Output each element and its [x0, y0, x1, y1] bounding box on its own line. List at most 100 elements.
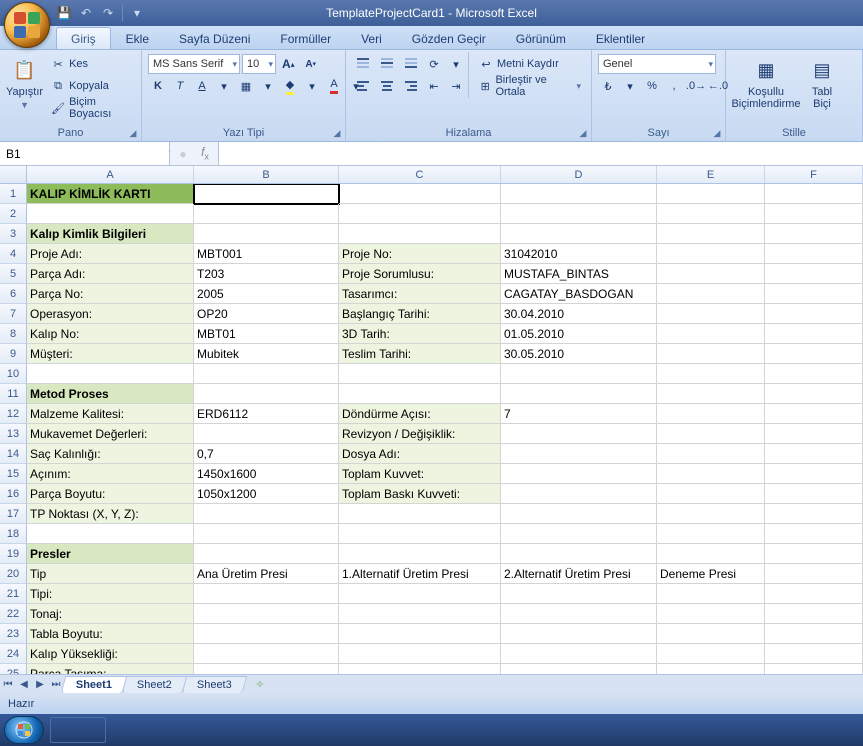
row-header[interactable]: 24	[0, 644, 27, 664]
cell-D23[interactable]	[501, 624, 657, 644]
cell-D12[interactable]: 7	[501, 404, 657, 424]
accounting-dropdown[interactable]: ▾	[620, 76, 640, 96]
merge-center-button[interactable]: ⊞Birleştir ve Ortala▾	[475, 76, 585, 96]
row-header[interactable]: 16	[0, 484, 27, 504]
cell-E15[interactable]	[657, 464, 765, 484]
cell-A13[interactable]: Mukavemet Değerleri:	[27, 424, 194, 444]
cell-D25[interactable]	[501, 664, 657, 674]
cell-E6[interactable]	[657, 284, 765, 304]
cell-C10[interactable]	[339, 364, 501, 384]
border-dropdown[interactable]: ▾	[258, 76, 278, 96]
paste-button[interactable]: 📋 Yapıştır ▼	[4, 52, 45, 114]
row-header[interactable]: 7	[0, 304, 27, 324]
cell-A4[interactable]: Proje Adı:	[27, 244, 194, 264]
cell-B12[interactable]: ERD6112	[194, 404, 339, 424]
row-header[interactable]: 12	[0, 404, 27, 424]
cell-D18[interactable]	[501, 524, 657, 544]
cell-F15[interactable]	[765, 464, 863, 484]
formula-input[interactable]	[219, 142, 863, 165]
tab-home[interactable]: Giriş	[56, 27, 111, 49]
cell-F11[interactable]	[765, 384, 863, 404]
row-header[interactable]: 19	[0, 544, 27, 564]
cell-A7[interactable]: Operasyon:	[27, 304, 194, 324]
row-header[interactable]: 13	[0, 424, 27, 444]
cell-A9[interactable]: Müşteri:	[27, 344, 194, 364]
cell-F6[interactable]	[765, 284, 863, 304]
grid-rows[interactable]: 1KALIP KİMLİK KARTI23Kalıp Kimlik Bilgil…	[0, 184, 863, 674]
cell-F13[interactable]	[765, 424, 863, 444]
cell-C16[interactable]: Toplam Baskı Kuvveti:	[339, 484, 501, 504]
cell-D10[interactable]	[501, 364, 657, 384]
tab-addins[interactable]: Eklentiler	[581, 27, 660, 49]
align-top-button[interactable]	[352, 54, 374, 74]
cell-F9[interactable]	[765, 344, 863, 364]
row-header[interactable]: 15	[0, 464, 27, 484]
cell-B2[interactable]	[194, 204, 339, 224]
cell-E4[interactable]	[657, 244, 765, 264]
cut-button[interactable]: ✂Kes	[47, 54, 135, 74]
cell-A2[interactable]	[27, 204, 194, 224]
cell-B13[interactable]	[194, 424, 339, 444]
start-button[interactable]	[4, 716, 44, 744]
row-header[interactable]: 25	[0, 664, 27, 674]
row-header[interactable]: 14	[0, 444, 27, 464]
cell-F5[interactable]	[765, 264, 863, 284]
cell-C8[interactable]: 3D Tarih:	[339, 324, 501, 344]
cell-F20[interactable]	[765, 564, 863, 584]
font-name-select[interactable]: MS Sans Serif	[148, 54, 240, 74]
row-header[interactable]: 1	[0, 184, 27, 204]
cell-D14[interactable]	[501, 444, 657, 464]
sheet-tab-1[interactable]: Sheet1	[61, 676, 128, 693]
cell-E24[interactable]	[657, 644, 765, 664]
select-all-corner[interactable]	[0, 166, 27, 183]
cell-D17[interactable]	[501, 504, 657, 524]
shrink-font-button[interactable]: A▾	[301, 54, 321, 74]
number-format-select[interactable]: Genel	[598, 54, 716, 74]
cell-C12[interactable]: Döndürme Açısı:	[339, 404, 501, 424]
cell-C20[interactable]: 1.Alternatif Üretim Presi	[339, 564, 501, 584]
cell-D4[interactable]: 31042010	[501, 244, 657, 264]
number-dialog-launcher[interactable]: ◢	[711, 127, 723, 139]
cell-A11[interactable]: Metod Proses	[27, 384, 194, 404]
format-painter-button[interactable]: 🖌Biçim Boyacısı	[47, 98, 135, 118]
cell-C21[interactable]	[339, 584, 501, 604]
row-header[interactable]: 4	[0, 244, 27, 264]
cell-D24[interactable]	[501, 644, 657, 664]
cell-E23[interactable]	[657, 624, 765, 644]
cell-B15[interactable]: 1450x1600	[194, 464, 339, 484]
qat-customize-icon[interactable]: ▾	[129, 5, 145, 21]
sheet-nav-next[interactable]: ▶	[32, 679, 48, 690]
conditional-formatting-button[interactable]: ▦ Koşullu Biçimlendirme	[730, 52, 802, 114]
fill-color-dropdown[interactable]: ▾	[302, 76, 322, 96]
copy-button[interactable]: ⧉Kopyala	[47, 76, 135, 96]
cell-A16[interactable]: Parça Boyutu:	[27, 484, 194, 504]
cell-D2[interactable]	[501, 204, 657, 224]
row-header[interactable]: 2	[0, 204, 27, 224]
cell-E1[interactable]	[657, 184, 765, 204]
cell-F18[interactable]	[765, 524, 863, 544]
undo-icon[interactable]: ↶	[78, 5, 94, 21]
cell-B6[interactable]: 2005	[194, 284, 339, 304]
cell-C22[interactable]	[339, 604, 501, 624]
cell-F22[interactable]	[765, 604, 863, 624]
cell-B18[interactable]	[194, 524, 339, 544]
cell-E2[interactable]	[657, 204, 765, 224]
font-color-button[interactable]: A	[324, 76, 344, 96]
decrease-indent-button[interactable]: ⇤	[424, 76, 444, 96]
cell-B5[interactable]: T203	[194, 264, 339, 284]
percent-button[interactable]: %	[642, 76, 662, 96]
cell-C18[interactable]	[339, 524, 501, 544]
cell-B20[interactable]: Ana Üretim Presi	[194, 564, 339, 584]
cell-F16[interactable]	[765, 484, 863, 504]
row-header[interactable]: 17	[0, 504, 27, 524]
cell-F19[interactable]	[765, 544, 863, 564]
alignment-dialog-launcher[interactable]: ◢	[577, 127, 589, 139]
cell-B1[interactable]	[194, 184, 339, 204]
sheet-nav-first[interactable]: ⏮	[0, 679, 16, 690]
align-middle-button[interactable]	[376, 54, 398, 74]
tab-page-layout[interactable]: Sayfa Düzeni	[164, 27, 265, 49]
cell-F7[interactable]	[765, 304, 863, 324]
cell-F25[interactable]	[765, 664, 863, 674]
cell-C24[interactable]	[339, 644, 501, 664]
cell-D15[interactable]	[501, 464, 657, 484]
